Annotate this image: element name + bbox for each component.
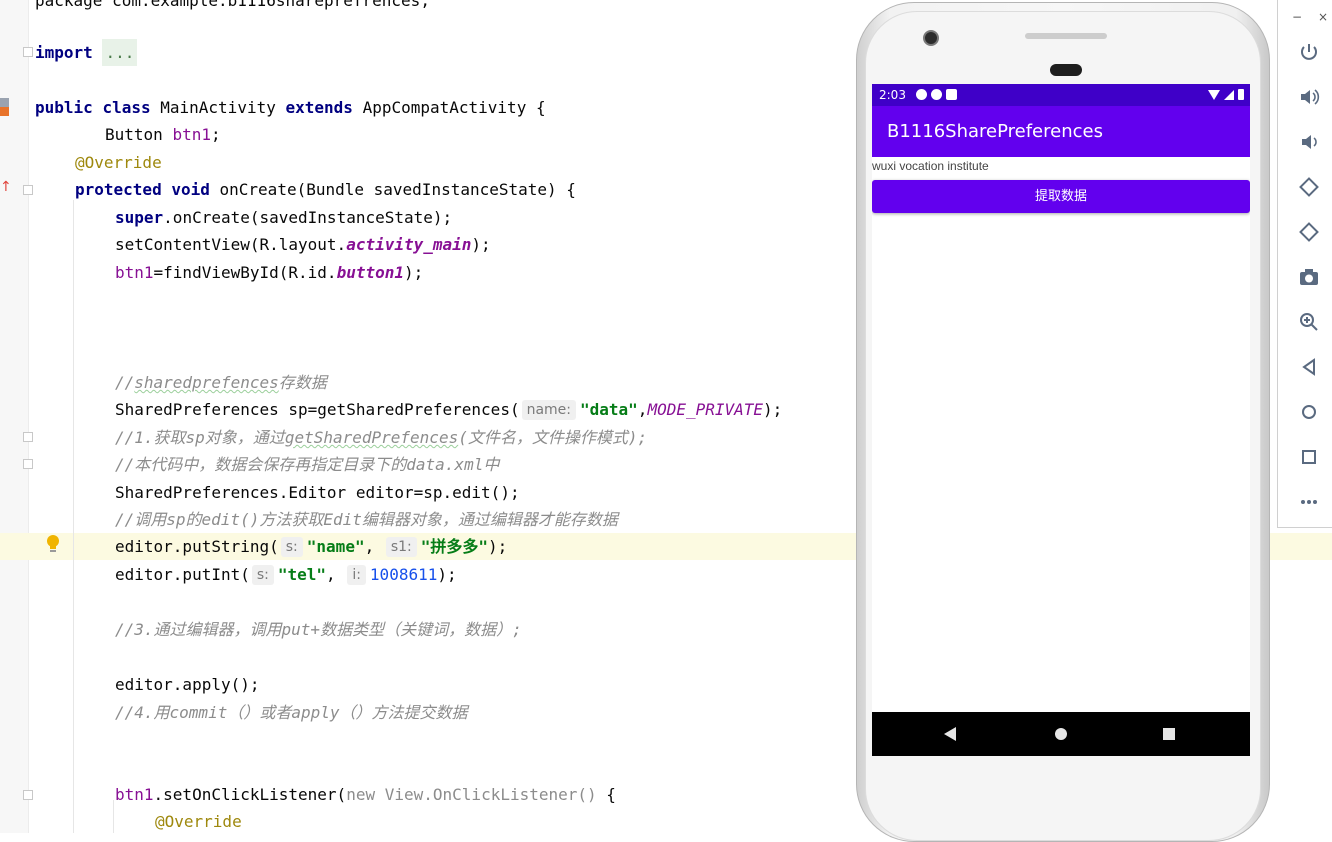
override-arrow-icon[interactable]: ↑ <box>0 180 12 194</box>
code-line: editor.apply(); <box>115 675 260 694</box>
wifi-icon <box>1208 90 1220 100</box>
code-line: //本代码中，数据会保存再指定目录下的data.xml中 <box>115 455 500 474</box>
zoom-icon[interactable] <box>1298 311 1320 333</box>
overview-icon[interactable] <box>1298 446 1320 468</box>
minimize-button[interactable]: − <box>1292 10 1302 24</box>
app-title: B1116SharePreferences <box>872 106 1250 157</box>
code-line: //1.获取sp对象，通过getSharedPrefences(文件名，文件操作… <box>115 428 648 447</box>
code-line: protected void onCreate(Bundle savedInst… <box>75 180 576 199</box>
folded-imports[interactable]: ... <box>102 39 138 66</box>
front-camera-icon <box>923 30 939 46</box>
lightbulb-icon[interactable] <box>46 535 60 553</box>
code-line: Button btn1; <box>105 125 221 144</box>
notification-icon <box>916 89 927 100</box>
signal-icon <box>1224 90 1234 100</box>
param-hint: s: <box>251 565 274 585</box>
code-line: public class MainActivity extends AppCom… <box>35 98 546 117</box>
close-button[interactable]: × <box>1318 10 1328 24</box>
gutter-divider <box>28 0 29 833</box>
indent-guide <box>113 800 114 833</box>
battery-icon <box>1238 89 1244 100</box>
sensor-icon <box>1050 64 1082 76</box>
emulator-toolbar: − × <box>1277 0 1332 528</box>
code-line: editor.putInt(s: "tel", i: 1008611); <box>115 565 457 585</box>
volume-down-icon[interactable] <box>1298 131 1320 153</box>
nav-recents-icon[interactable] <box>1163 728 1175 740</box>
code-line: setContentView(R.layout.activity_main); <box>115 235 491 254</box>
code-line: btn1.setOnClickListener(new View.OnClick… <box>115 785 616 804</box>
editor-gutter <box>0 0 28 833</box>
param-hint: s1: <box>385 537 417 557</box>
code-line: super.onCreate(savedInstanceState); <box>115 208 453 227</box>
fold-icon[interactable] <box>23 47 33 57</box>
nav-home-icon[interactable] <box>1055 728 1067 740</box>
code-line: btn1=findViewById(R.id.button1); <box>115 263 424 282</box>
power-icon[interactable] <box>1298 41 1320 63</box>
code-line: import ... <box>35 39 138 66</box>
gutter-marker-icon[interactable] <box>0 98 9 116</box>
code-line: @Override <box>155 812 242 831</box>
sd-card-icon <box>946 89 957 100</box>
notification-icon <box>931 89 942 100</box>
fold-icon[interactable] <box>23 185 33 195</box>
more-icon[interactable] <box>1298 491 1320 513</box>
android-emulator: 2:03 B1116SharePreferences wuxi vocation… <box>852 0 1276 842</box>
code-line: //调用sp的edit()方法获取Edit编辑器对象，通过编辑器才能存数据 <box>115 510 618 529</box>
code-line: //sharedprefences存数据 <box>115 373 327 392</box>
back-icon[interactable] <box>1298 356 1320 378</box>
code-line: //4.用commit（）或者apply（）方法提交数据 <box>115 703 468 722</box>
fold-icon[interactable] <box>23 432 33 442</box>
device-screen[interactable]: 2:03 B1116SharePreferences wuxi vocation… <box>872 84 1250 756</box>
fold-icon[interactable] <box>23 790 33 800</box>
rotate-left-icon[interactable] <box>1298 176 1320 198</box>
code-line: editor.putString(s: "name", s1: "拼多多"); <box>115 537 508 557</box>
code-line: //3.通过编辑器，调用put+数据类型（关键词，数据）; <box>115 620 522 639</box>
rotate-right-icon[interactable] <box>1298 221 1320 243</box>
home-icon[interactable] <box>1298 401 1320 423</box>
param-hint: name: <box>521 400 576 420</box>
nav-back-icon[interactable] <box>944 727 956 741</box>
code-line: package com.example.b1116shareprefrences… <box>35 0 430 10</box>
body-text: wuxi vocation institute <box>872 159 989 173</box>
earpiece-icon <box>1025 33 1107 39</box>
navigation-bar <box>872 712 1250 756</box>
indent-guide <box>73 200 74 833</box>
code-line: SharedPreferences.Editor editor=sp.edit(… <box>115 483 520 502</box>
param-hint: s: <box>280 537 303 557</box>
volume-up-icon[interactable] <box>1298 86 1320 108</box>
param-hint: i: <box>347 565 366 585</box>
camera-icon[interactable] <box>1298 266 1320 288</box>
code-line: @Override <box>75 153 162 172</box>
status-bar: 2:03 <box>872 84 1250 106</box>
fetch-data-button[interactable]: 提取数据 <box>872 180 1250 213</box>
status-time: 2:03 <box>879 88 906 102</box>
code-line: SharedPreferences sp=getSharedPreference… <box>115 400 783 420</box>
fold-icon[interactable] <box>23 459 33 469</box>
